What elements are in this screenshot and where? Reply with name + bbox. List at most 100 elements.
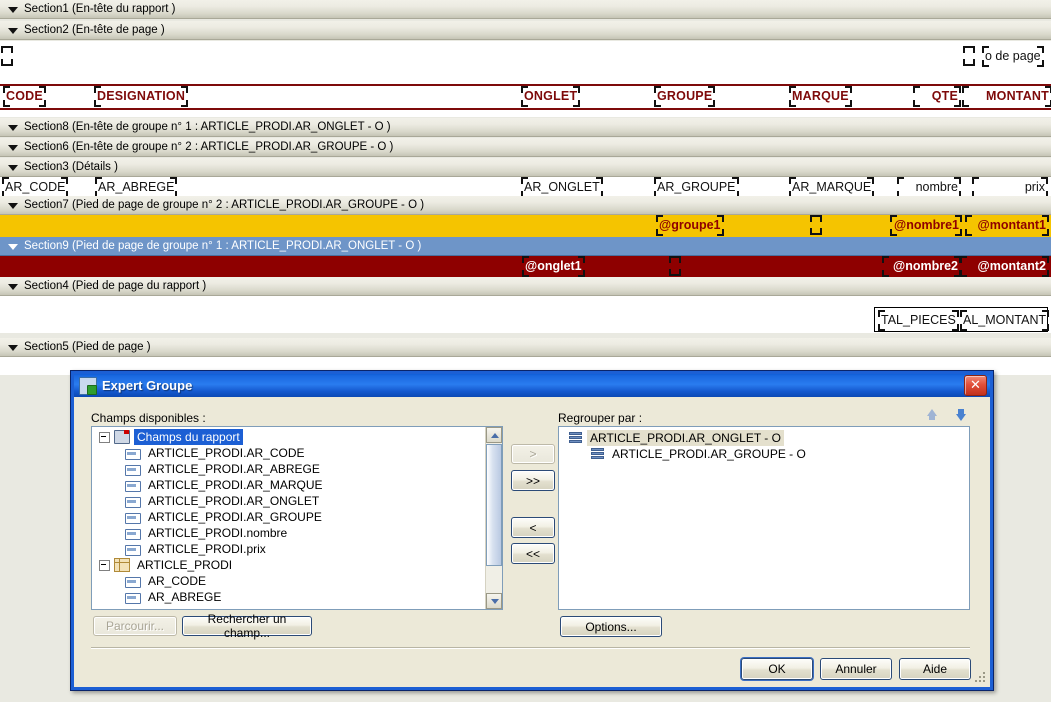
section-bar-section7[interactable]: Section7 (Pied de page de groupe n° 2 : … xyxy=(0,196,1051,215)
column-header-marque[interactable]: MARQUE xyxy=(789,86,852,107)
group1-footer-object-spacer[interactable] xyxy=(669,256,681,276)
tree-item-ar-abrege[interactable]: AR_ABREGE xyxy=(92,589,485,605)
tree-item-ar-groupe-qualified[interactable]: ARTICLE_PRODI.AR_GROUPE xyxy=(92,509,485,525)
page-number-field[interactable]: o de page xyxy=(982,46,1044,67)
available-fields-scrollbar[interactable] xyxy=(485,427,502,609)
column-header-groupe[interactable]: GROUPE xyxy=(654,86,716,107)
group-by-list[interactable]: ARTICLE_PRODI.AR_ONGLET - O ARTICLE_PROD… xyxy=(559,427,969,609)
chevron-down-icon[interactable] xyxy=(8,203,18,209)
tree-item-champs-du-rapport[interactable]: Champs du rapport xyxy=(92,429,485,445)
group2-footer-object-spacer[interactable] xyxy=(810,215,822,235)
chevron-down-icon[interactable] xyxy=(8,145,18,151)
section-bar-section4[interactable]: Section4 (Pied de page du rapport ) xyxy=(0,277,1051,296)
detail-field-nombre[interactable]: nombre xyxy=(897,177,961,198)
header-rule-top xyxy=(0,84,1051,86)
help-button[interactable]: Aide xyxy=(899,658,971,680)
move-group-down-button[interactable] xyxy=(954,408,968,422)
available-fields-listbox[interactable]: Champs du rapport ARTICLE_PRODI.AR_CODE … xyxy=(91,426,503,610)
section-bar-section5[interactable]: Section5 (Pied de page ) xyxy=(0,338,1051,357)
column-header-code[interactable]: CODE xyxy=(3,86,46,107)
page-header-empty-object[interactable] xyxy=(1,46,13,66)
section-bar-section3[interactable]: Section3 (Détails ) xyxy=(0,158,1051,177)
move-group-up-button[interactable] xyxy=(925,408,939,422)
column-header-onglet[interactable]: ONGLET xyxy=(521,86,581,107)
chevron-down-icon[interactable] xyxy=(8,345,18,351)
chevron-down-icon[interactable] xyxy=(8,284,18,290)
tree-item-article-prodi-table[interactable]: ARTICLE_PRODI xyxy=(92,557,485,573)
group-by-listbox[interactable]: ARTICLE_PRODI.AR_ONGLET - O ARTICLE_PROD… xyxy=(558,426,970,610)
detail-field-ar-marque[interactable]: AR_MARQUE xyxy=(789,177,875,198)
section-bar-label: Section8 (En-tête de groupe n° 1 : ARTIC… xyxy=(24,121,391,133)
browse-button[interactable]: Parcourir... xyxy=(93,616,177,636)
tree-item-ar-code-qualified[interactable]: ARTICLE_PRODI.AR_CODE xyxy=(92,445,485,461)
tree-item-label: ARTICLE_PRODI.AR_CODE xyxy=(148,446,305,460)
group2-footer-field-label: @groupe1 xyxy=(659,218,721,232)
collapse-icon[interactable] xyxy=(99,559,110,571)
detail-field-label: AR_GROUPE xyxy=(657,180,736,194)
chevron-down-icon[interactable] xyxy=(8,165,18,171)
table-icon xyxy=(114,558,130,572)
detail-field-ar-abrege[interactable]: AR_ABREGE xyxy=(95,177,178,198)
group2-footer-field-nombre1[interactable]: @nombre1 xyxy=(890,215,962,236)
chevron-down-icon[interactable] xyxy=(8,125,18,131)
report-footer-field-total-pieces[interactable]: TAL_PIECES xyxy=(878,310,959,331)
section-bar-label: Section9 (Pied de page de groupe n° 1 : … xyxy=(24,240,422,252)
section-bar-section8[interactable]: Section8 (En-tête de groupe n° 1 : ARTIC… xyxy=(0,118,1051,137)
section-bar-section6[interactable]: Section6 (En-tête de groupe n° 2 : ARTIC… xyxy=(0,138,1051,157)
page-header-object-2[interactable] xyxy=(963,46,975,66)
selection-handles xyxy=(963,46,975,66)
options-button[interactable]: Options... xyxy=(560,616,662,637)
tree-item-label: ARTICLE_PRODI.prix xyxy=(148,542,266,556)
tree-item-ar-code[interactable]: AR_CODE xyxy=(92,573,485,589)
chevron-down-icon[interactable] xyxy=(8,28,18,34)
detail-field-prix[interactable]: prix xyxy=(972,177,1048,198)
tree-item-label: ARTICLE_PRODI.AR_GROUPE xyxy=(148,510,322,524)
section-bar-section1[interactable]: Section1 (En-tête du rapport ) xyxy=(0,0,1051,19)
tree-item-prix-qualified[interactable]: ARTICLE_PRODI.prix xyxy=(92,541,485,557)
group-by-item-ar-groupe[interactable]: ARTICLE_PRODI.AR_GROUPE - O xyxy=(559,446,969,462)
chevron-down-icon[interactable] xyxy=(8,244,18,250)
scroll-up-button[interactable] xyxy=(486,427,502,443)
tree-item-label: ARTICLE_PRODI.AR_MARQUE xyxy=(148,478,323,492)
ok-button[interactable]: OK xyxy=(741,658,813,680)
field-icon xyxy=(125,448,141,460)
add-one-button[interactable]: > xyxy=(511,444,555,464)
detail-field-ar-code[interactable]: AR_CODE xyxy=(2,177,69,198)
report-footer-field-total-montant[interactable]: AL_MONTANT xyxy=(960,310,1050,331)
find-field-button[interactable]: Rechercher un champ... xyxy=(182,612,312,640)
group-by-item-ar-onglet[interactable]: ARTICLE_PRODI.AR_ONGLET - O xyxy=(559,430,969,446)
close-icon[interactable]: ✕ xyxy=(964,375,987,396)
chevron-down-icon[interactable] xyxy=(8,7,18,13)
scrollbar-thumb[interactable] xyxy=(486,444,502,566)
group2-footer-field-montant1[interactable]: @montant1 xyxy=(965,215,1049,236)
tree-item-ar-onglet-qualified[interactable]: ARTICLE_PRODI.AR_ONGLET xyxy=(92,493,485,509)
collapse-icon[interactable] xyxy=(99,431,110,443)
field-icon xyxy=(125,480,141,492)
column-header-montant[interactable]: MONTANT xyxy=(962,86,1051,107)
add-all-button[interactable]: >> xyxy=(511,470,555,491)
tree-item-ar-marque-qualified[interactable]: ARTICLE_PRODI.AR_MARQUE xyxy=(92,477,485,493)
detail-field-label: AR_ABREGE xyxy=(98,180,175,194)
detail-field-ar-onglet[interactable]: AR_ONGLET xyxy=(521,177,603,198)
scroll-down-button[interactable] xyxy=(486,593,502,609)
detail-field-label: AR_ONGLET xyxy=(524,180,600,194)
resize-grip[interactable] xyxy=(975,672,987,684)
column-header-qte[interactable]: QTE xyxy=(913,86,961,107)
column-header-designation[interactable]: DESIGNATION xyxy=(94,86,189,107)
remove-one-button[interactable]: < xyxy=(511,517,555,538)
section-bar-section2[interactable]: Section2 (En-tête de page ) xyxy=(0,21,1051,40)
tree-item-ar-abrege-qualified[interactable]: ARTICLE_PRODI.AR_ABREGE xyxy=(92,461,485,477)
available-fields-tree[interactable]: Champs du rapport ARTICLE_PRODI.AR_CODE … xyxy=(92,427,485,609)
section-bar-section9[interactable]: Section9 (Pied de page de groupe n° 1 : … xyxy=(0,237,1051,256)
group1-footer-field-onglet1[interactable]: @onglet1 xyxy=(522,256,585,277)
group1-footer-field-nombre2[interactable]: @nombre2 xyxy=(882,256,961,277)
remove-all-button[interactable]: << xyxy=(511,543,555,564)
tree-item-nombre-qualified[interactable]: ARTICLE_PRODI.nombre xyxy=(92,525,485,541)
group2-footer-field-groupe1[interactable]: @groupe1 xyxy=(656,215,724,236)
dialog-titlebar[interactable]: Expert Groupe ✕ xyxy=(74,374,990,397)
detail-field-ar-groupe[interactable]: AR_GROUPE xyxy=(654,177,739,198)
cancel-button[interactable]: Annuler xyxy=(820,658,892,680)
group1-footer-field-label: @onglet1 xyxy=(525,259,582,273)
group1-footer-field-montant2[interactable]: @montant2 xyxy=(960,256,1049,277)
column-header-label: MONTANT xyxy=(986,89,1049,103)
